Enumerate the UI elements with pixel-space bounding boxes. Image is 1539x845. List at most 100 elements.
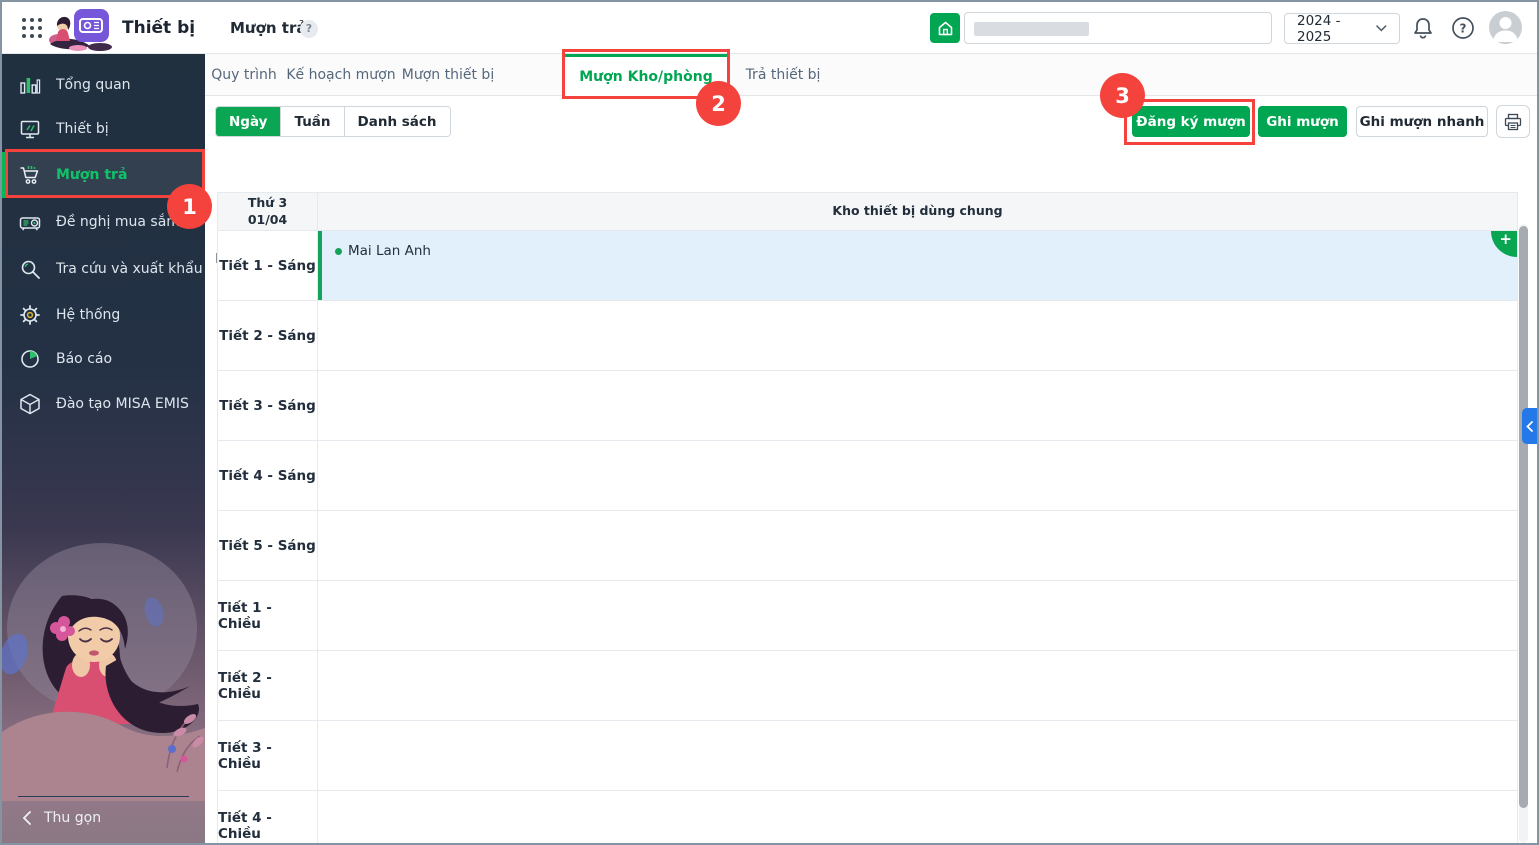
cube-icon (20, 393, 40, 415)
period-label: Tiết 3 - Sáng (218, 371, 318, 440)
slot-cell[interactable] (318, 511, 1517, 580)
sidebar-item-de-nghi-mua-sam[interactable]: Đề nghị mua sắm (2, 199, 205, 245)
schedule-row: Tiết 3 - Sáng (218, 371, 1517, 441)
sidebar-item-label: Đào tạo MISA EMIS (56, 396, 189, 412)
tab-muon-kho-phong[interactable]: Mượn Kho/phòng (562, 54, 730, 96)
tab-ke-hoach-muon[interactable]: Kế hoạch mượn (281, 54, 401, 96)
sidebar-item-label: Đề nghị mua sắm (56, 214, 180, 230)
day-header-cell: Thứ 3 01/04 (218, 193, 318, 230)
app-logo[interactable] (48, 5, 114, 53)
topbar: Thiết bị Mượn trả ? 2024 - 2025 ? (2, 2, 1537, 54)
schedule-row: Tiết 5 - Sáng (218, 511, 1517, 581)
schedule-row: Tiết 1 - Chiều (218, 581, 1517, 651)
slot-cell-booked[interactable]: Mai Lan Anh + (318, 231, 1517, 300)
slot-cell[interactable] (318, 581, 1517, 650)
printer-icon (1504, 113, 1522, 130)
tab-tra-thiet-bi[interactable]: Trả thiết bị (733, 54, 833, 96)
tab-label: Kế hoạch mượn (286, 67, 396, 83)
quick-record-borrow-button[interactable]: Ghi mượn nhanh (1356, 106, 1488, 137)
projector-icon (19, 217, 41, 231)
schedule-row: Tiết 4 - Chiều (218, 791, 1517, 843)
tab-muon-thiet-bi[interactable]: Mượn thiết bị (388, 54, 508, 96)
sidebar-item-label: Mượn trả (56, 167, 128, 183)
help-button[interactable]: ? (1450, 15, 1476, 41)
print-button[interactable] (1496, 105, 1530, 138)
chevron-left-icon (22, 811, 31, 825)
period-label: Tiết 1 - Chiều (218, 581, 318, 650)
school-year-select[interactable]: 2024 - 2025 (1284, 12, 1400, 45)
tab-quy-trinh[interactable]: Quy trình (194, 54, 294, 96)
collapse-sidebar-button[interactable]: Thu gọn (2, 801, 205, 835)
home-button[interactable] (930, 13, 960, 43)
app-window: Thiết bị Mượn trả ? 2024 - 2025 ? Tổng q… (0, 0, 1539, 845)
room-header-label: Kho thiết bị dùng chung (832, 203, 1003, 219)
tab-label: Mượn thiết bị (401, 67, 495, 83)
booking-entry[interactable]: Mai Lan Anh (335, 243, 431, 259)
tab-label: Quy trình (211, 67, 277, 83)
schedule-row: Tiết 4 - Sáng (218, 441, 1517, 511)
toolbar: Ngày Tuần Danh sách Ngày Điều kiện lọc (205, 96, 1537, 275)
sidebar: Tổng quan Thiết bị Mượn trả Đề nghị mua … (2, 54, 205, 843)
borrower-name: Mai Lan Anh (348, 243, 431, 259)
sidebar-item-label: Hệ thống (56, 307, 121, 323)
day-name: Thứ 3 (247, 195, 288, 211)
slot-cell[interactable] (318, 301, 1517, 370)
sidebar-item-thiet-bi[interactable]: Thiết bị (2, 106, 205, 152)
view-mode-list[interactable]: Danh sách (343, 107, 450, 136)
room-header-cell: Kho thiết bị dùng chung (318, 193, 1517, 230)
sidebar-item-label: Tra cứu và xuất khẩu (56, 261, 203, 277)
sidebar-illustration (2, 543, 205, 801)
monitor-icon (20, 120, 40, 139)
bell-icon (1414, 18, 1432, 39)
slot-cell[interactable] (318, 791, 1517, 843)
slot-cell[interactable] (318, 651, 1517, 720)
cart-icon (20, 166, 39, 184)
schedule-header-row: Thứ 3 01/04 Kho thiết bị dùng chung (218, 193, 1517, 231)
pie-chart-icon (21, 350, 39, 368)
tab-label: Mượn Kho/phòng (579, 68, 713, 85)
slot-cell[interactable] (318, 371, 1517, 440)
user-avatar[interactable] (1489, 11, 1522, 44)
page-help-badge[interactable]: ? (300, 20, 318, 38)
school-year-value: 2024 - 2025 (1297, 12, 1341, 45)
period-label: Tiết 2 - Chiều (218, 651, 318, 720)
module-title: Thiết bị (122, 18, 196, 38)
slot-cell[interactable] (318, 721, 1517, 790)
sidebar-item-dao-tao[interactable]: Đào tạo MISA EMIS (2, 381, 205, 427)
register-borrow-button[interactable]: Đăng ký mượn (1132, 106, 1250, 137)
sidebar-item-label: Thiết bị (56, 121, 109, 137)
view-mode-switcher: Ngày Tuần Danh sách (215, 106, 451, 137)
add-booking-button[interactable]: + (1491, 231, 1517, 257)
page-title: Mượn trả (230, 19, 307, 37)
home-icon (938, 21, 952, 35)
school-search-input[interactable] (964, 12, 1272, 44)
scrollbar-thumb[interactable] (1519, 226, 1528, 808)
sidebar-item-label: Báo cáo (56, 351, 113, 367)
magnifier-icon (21, 260, 40, 279)
question-icon: ? (1452, 17, 1474, 39)
schedule-row: Tiết 1 - Sáng Mai Lan Anh + (218, 231, 1517, 301)
period-label: Tiết 2 - Sáng (218, 301, 318, 370)
schedule-row: Tiết 2 - Sáng (218, 301, 1517, 371)
record-borrow-button[interactable]: Ghi mượn (1258, 106, 1347, 137)
tab-bar: Quy trình Kế hoạch mượn Mượn thiết bị Mư… (205, 54, 1537, 96)
collapse-panel-tab[interactable] (1522, 408, 1537, 444)
app-grid-icon[interactable] (20, 16, 44, 40)
schedule-row: Tiết 3 - Chiều (218, 721, 1517, 791)
notifications-button[interactable] (1410, 15, 1436, 41)
tab-label: Trả thiết bị (745, 67, 821, 83)
collapse-label: Thu gọn (44, 810, 102, 826)
chevron-left-icon (1526, 420, 1533, 432)
sidebar-item-tong-quan[interactable]: Tổng quan (2, 62, 205, 108)
sidebar-item-muon-tra[interactable]: Mượn trả (2, 152, 205, 198)
redacted-school-name (974, 22, 1089, 36)
slot-cell[interactable] (318, 441, 1517, 510)
sidebar-item-tra-cuu[interactable]: Tra cứu và xuất khẩu (2, 246, 205, 292)
view-mode-week[interactable]: Tuần (280, 107, 344, 136)
sidebar-item-bao-cao[interactable]: Báo cáo (2, 336, 205, 382)
bar-chart-icon (20, 78, 41, 94)
sidebar-divider (18, 796, 189, 797)
day-date: 01/04 (247, 211, 288, 227)
sidebar-item-he-thong[interactable]: Hệ thống (2, 292, 205, 338)
view-mode-day[interactable]: Ngày (216, 107, 281, 136)
